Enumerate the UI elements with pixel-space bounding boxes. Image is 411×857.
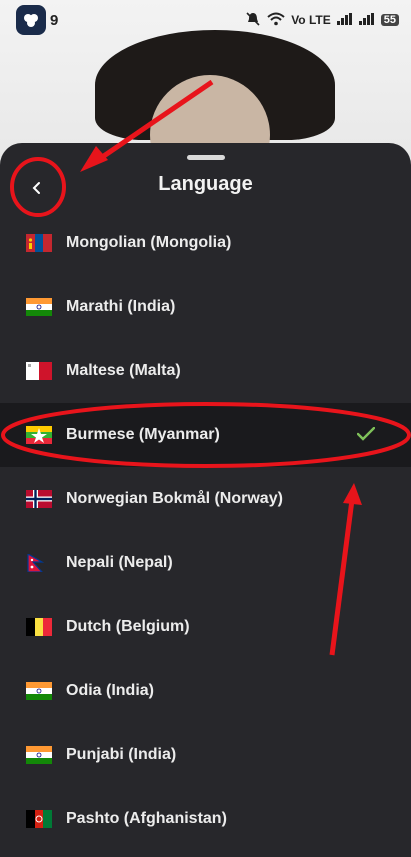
language-sheet: Language Mongolian (Mongolia) Marathi (I… (0, 143, 411, 857)
language-list: Mongolian (Mongolia) Marathi (India) Mal… (0, 211, 411, 851)
language-label: Pashto (Afghanistan) (66, 810, 227, 827)
language-label: Nepali (Nepal) (66, 554, 173, 571)
sheet-header: Language (0, 169, 411, 205)
drag-handle[interactable] (187, 155, 225, 160)
language-item[interactable]: Dutch (Belgium) (0, 595, 411, 659)
status-icons: Vo LTE 55 (245, 11, 399, 30)
signal-icon (336, 12, 353, 28)
volte-icon: Vo LTE (291, 13, 331, 27)
status-time: 9 (50, 11, 59, 29)
language-label: Marathi (India) (66, 298, 176, 315)
wifi-icon (267, 12, 285, 29)
signal-icon (358, 12, 375, 28)
flag-belgium-icon (26, 618, 52, 636)
flag-malta-icon (26, 362, 52, 380)
language-item[interactable]: Pashto (Afghanistan) (0, 787, 411, 851)
language-label: Maltese (Malta) (66, 362, 181, 379)
language-item[interactable]: Norwegian Bokmål (Norway) (0, 467, 411, 531)
language-label: Odia (India) (66, 682, 154, 699)
checkmark-icon (356, 425, 376, 446)
language-item-selected[interactable]: Burmese (Myanmar) (0, 403, 411, 467)
language-label: Dutch (Belgium) (66, 618, 190, 635)
flag-afghanistan-icon (26, 810, 52, 828)
language-label: Mongolian (Mongolia) (66, 234, 232, 251)
language-item[interactable]: Marathi (India) (0, 275, 411, 339)
language-label: Punjabi (India) (66, 746, 177, 763)
page-title: Language (158, 173, 253, 195)
flag-mongolia-icon (26, 234, 52, 252)
flag-nepal-icon (26, 554, 52, 572)
language-item[interactable]: Odia (India) (0, 659, 411, 723)
brain-app-icon[interactable] (16, 5, 46, 35)
language-item[interactable]: Maltese (Malta) (0, 339, 411, 403)
language-label: Norwegian Bokmål (Norway) (66, 490, 283, 507)
language-label: Burmese (Myanmar) (66, 426, 220, 443)
status-bar: 9 Vo LTE 55 (0, 0, 411, 40)
language-item[interactable]: Nepali (Nepal) (0, 531, 411, 595)
flag-myanmar-icon (26, 426, 52, 444)
battery-indicator: 55 (380, 14, 399, 26)
flag-india-icon (26, 298, 52, 316)
flag-norway-icon (26, 490, 52, 508)
flag-india-icon (26, 746, 52, 764)
language-item[interactable]: Punjabi (India) (0, 723, 411, 787)
mute-icon (245, 11, 261, 30)
flag-india-icon (26, 682, 52, 700)
language-item[interactable]: Mongolian (Mongolia) (0, 211, 411, 275)
